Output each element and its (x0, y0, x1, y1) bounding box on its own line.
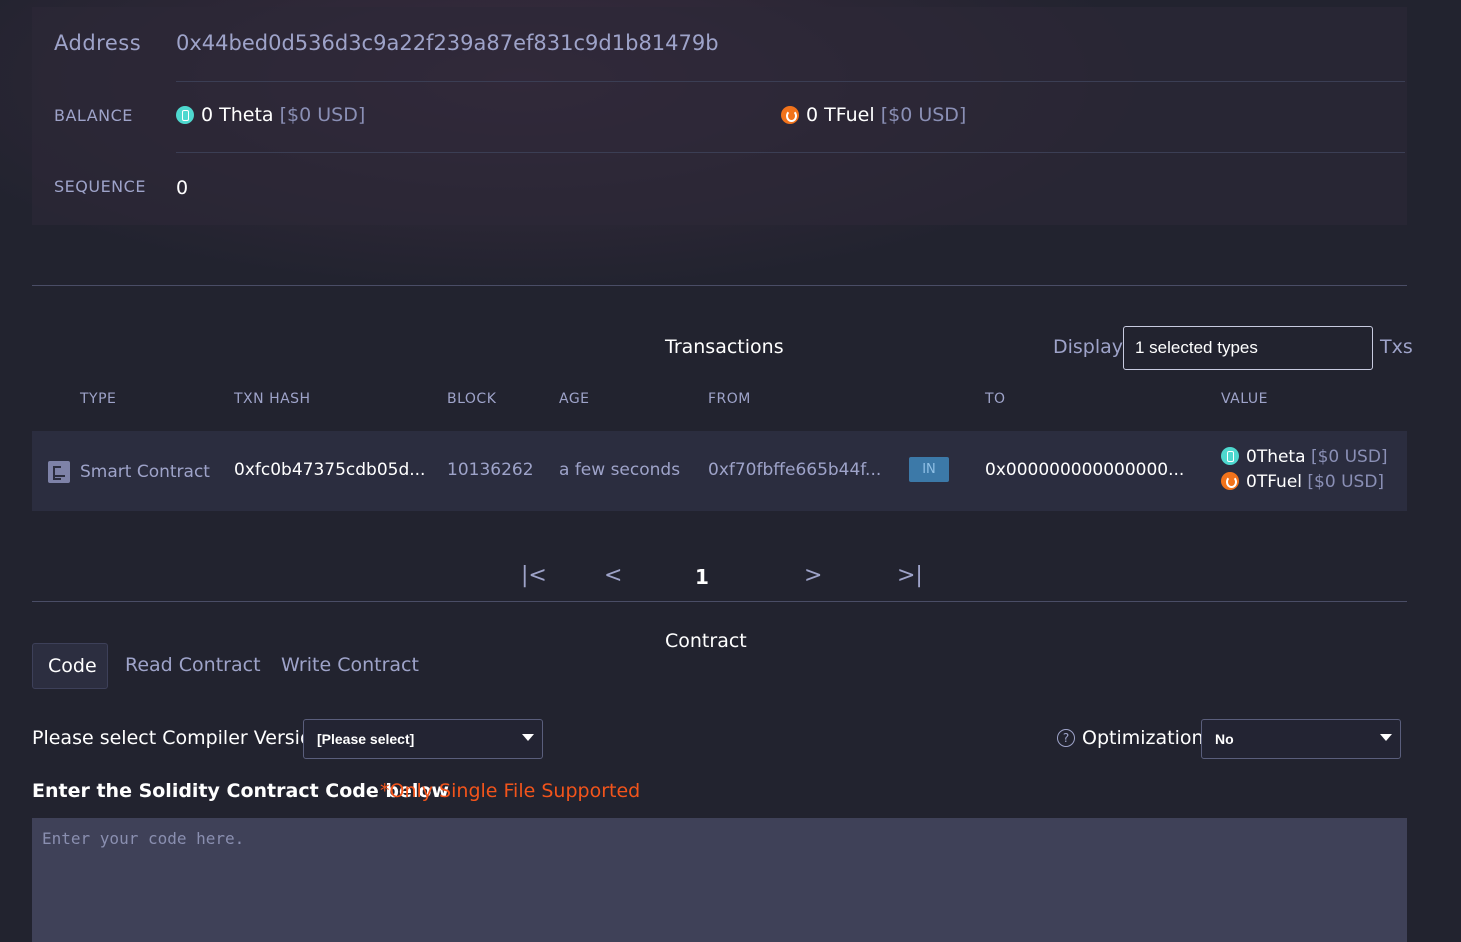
tab-read-contract[interactable]: Read Contract (125, 654, 261, 676)
tx-from-link[interactable]: 0xf70fbffe665b44f... (708, 460, 881, 480)
caret-down-icon (522, 734, 534, 741)
tx-block-link[interactable]: 10136262 (447, 460, 534, 480)
column-header-age: AGE (559, 391, 590, 407)
tx-type-filter[interactable]: 1 selected types (1123, 326, 1373, 370)
divider (176, 81, 1405, 82)
section-divider (32, 285, 1407, 286)
compiler-version-label: Please select Compiler Version (32, 727, 324, 749)
code-editor[interactable]: Enter your code here. (32, 818, 1407, 942)
tx-tfuel-usd: [$0 USD] (1307, 472, 1385, 492)
transactions-title: Transactions (665, 336, 784, 358)
column-header-value: VALUE (1221, 391, 1268, 407)
first-page-button[interactable]: |< (521, 563, 547, 588)
section-divider (32, 601, 1407, 602)
tfuel-coin-icon (781, 106, 799, 124)
last-page-button[interactable]: >| (897, 563, 923, 588)
tx-tfuel-amount: 0TFuel (1246, 472, 1303, 492)
theta-amount: 0 Theta (201, 104, 274, 126)
theta-coin-icon (176, 106, 194, 124)
address-label: Address (54, 31, 142, 55)
tab-code-label: Code (48, 655, 97, 677)
txs-label: Txs (1380, 336, 1413, 358)
tx-theta-value: 0Theta [$0 USD] (1221, 447, 1388, 467)
tfuel-balance: 0 TFuel [$0 USD] (781, 104, 966, 126)
tx-theta-amount: 0Theta (1246, 447, 1306, 467)
tfuel-amount: 0 TFuel (806, 104, 875, 126)
theta-usd: [$0 USD] (279, 104, 366, 126)
theta-coin-icon (1221, 447, 1239, 465)
code-input-note: *Only Single File Supported (380, 780, 641, 802)
column-header-block: BLOCK (447, 391, 497, 407)
current-page: 1 (695, 565, 709, 589)
tx-theta-usd: [$0 USD] (1310, 447, 1388, 467)
column-header-type: TYPE (80, 391, 117, 407)
tfuel-usd: [$0 USD] (880, 104, 967, 126)
help-icon[interactable]: ? (1057, 729, 1075, 747)
tab-code[interactable]: Code (32, 643, 108, 689)
address-value[interactable]: 0x44bed0d536d3c9a22f239a87ef831c9d1b8147… (176, 31, 719, 55)
smart-contract-icon (48, 461, 70, 483)
tx-hash-link[interactable]: 0xfc0b47375cdb05d... (234, 460, 425, 480)
sequence-label: SEQUENCE (54, 177, 146, 196)
tx-type-filter-value: 1 selected types (1135, 338, 1258, 357)
contract-title: Contract (665, 630, 747, 652)
column-header-txn-hash: TXN HASH (234, 391, 311, 407)
optimization-label: Optimization (1082, 727, 1204, 749)
tfuel-coin-icon (1221, 472, 1239, 490)
theta-balance: 0 Theta [$0 USD] (176, 104, 365, 126)
code-editor-placeholder: Enter your code here. (42, 829, 245, 848)
column-header-to: TO (985, 391, 1006, 407)
next-page-button[interactable]: > (804, 563, 822, 588)
tx-type: Smart Contract (80, 462, 210, 482)
tx-tfuel-value: 0TFuel [$0 USD] (1221, 472, 1384, 492)
balance-label: BALANCE (54, 106, 133, 125)
direction-badge: IN (909, 457, 949, 482)
tx-to-link[interactable]: 0x000000000000000... (985, 460, 1184, 480)
column-header-from: FROM (708, 391, 751, 407)
account-summary-card: Address 0x44bed0d536d3c9a22f239a87ef831c… (32, 7, 1407, 225)
tx-age: a few seconds (559, 460, 681, 480)
sequence-value: 0 (176, 177, 189, 199)
caret-down-icon (1380, 734, 1392, 741)
display-label: Display (1053, 336, 1124, 358)
prev-page-button[interactable]: < (604, 563, 622, 588)
compiler-version-select[interactable]: [Please select] (303, 719, 543, 759)
optimization-value: No (1215, 731, 1234, 747)
divider (176, 152, 1405, 153)
optimization-select[interactable]: No (1201, 719, 1401, 759)
tab-write-contract[interactable]: Write Contract (281, 654, 419, 676)
table-row: Smart Contract 0xfc0b47375cdb05d... 1013… (32, 431, 1407, 511)
compiler-version-value: [Please select] (317, 731, 415, 747)
